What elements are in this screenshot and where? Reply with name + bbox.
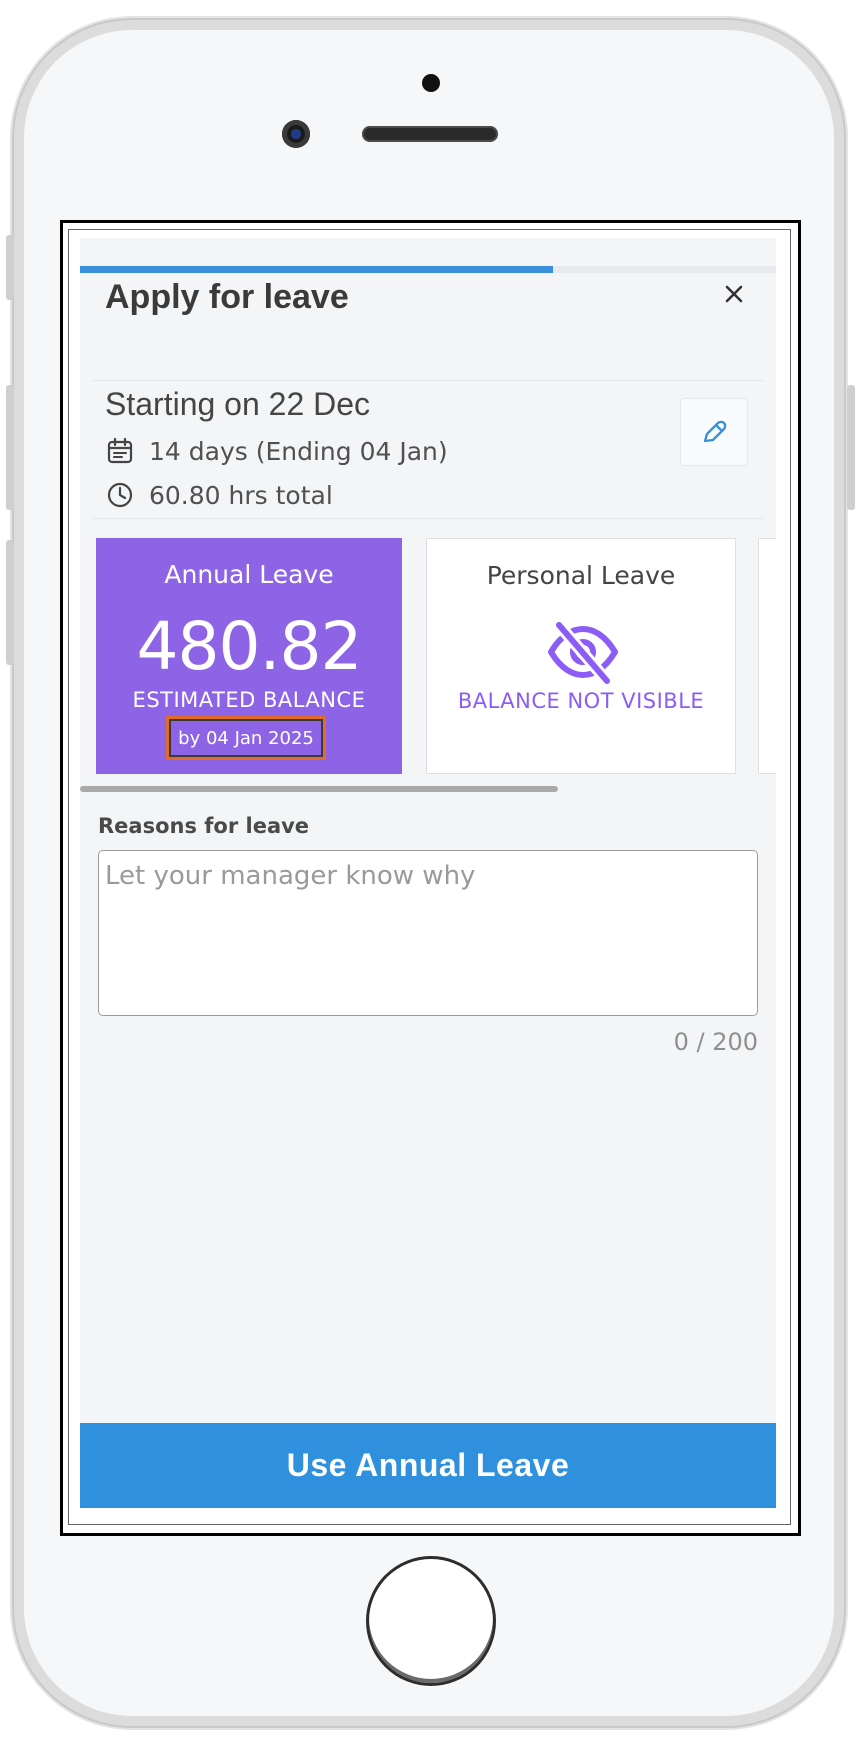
side-button-volume-down bbox=[6, 540, 14, 665]
leave-card-annual[interactable]: Annual Leave 480.82 ESTIMATED BALANCE by… bbox=[96, 538, 402, 774]
balance-not-visible-label: BALANCE NOT VISIBLE bbox=[457, 689, 705, 713]
page-title: Apply for leave bbox=[105, 278, 349, 316]
close-button[interactable] bbox=[720, 280, 748, 308]
duration-text: 14 days (Ending 04 Jan) bbox=[149, 436, 448, 466]
eye-off-icon bbox=[548, 619, 618, 685]
carousel-scrollbar[interactable] bbox=[80, 786, 558, 792]
leave-card-name: Annual Leave bbox=[164, 560, 334, 589]
reasons-input[interactable] bbox=[98, 850, 758, 1016]
character-counter: 0 / 200 bbox=[673, 1028, 758, 1056]
edit-dates-button[interactable] bbox=[680, 398, 748, 466]
leave-card-name: Personal Leave bbox=[486, 561, 676, 590]
apply-leave-sheet: Apply for leave Starting on 22 Dec 14 da… bbox=[80, 238, 776, 1508]
balance-value: 480.82 bbox=[136, 608, 363, 685]
use-annual-leave-button[interactable]: Use Annual Leave bbox=[80, 1423, 776, 1508]
estimated-balance-label: ESTIMATED BALANCE bbox=[132, 688, 366, 712]
proximity-sensor bbox=[422, 74, 440, 92]
progress-track bbox=[80, 266, 776, 273]
pencil-icon bbox=[703, 420, 727, 443]
duration-row: 14 days (Ending 04 Jan) bbox=[105, 436, 448, 466]
front-camera-icon bbox=[282, 120, 310, 148]
speaker-grille bbox=[362, 126, 498, 142]
home-button[interactable] bbox=[366, 1556, 496, 1686]
leave-card-personal[interactable]: Personal Leave BALANCE NOT VISIBLE bbox=[426, 538, 736, 774]
leave-card-next[interactable] bbox=[758, 538, 776, 774]
clock-icon bbox=[107, 482, 133, 508]
divider bbox=[92, 380, 764, 381]
calendar-icon bbox=[107, 437, 133, 464]
leave-type-carousel[interactable]: Annual Leave 480.82 ESTIMATED BALANCE by… bbox=[96, 538, 776, 778]
hours-row: 60.80 hrs total bbox=[105, 480, 333, 510]
reasons-label: Reasons for leave bbox=[98, 814, 310, 838]
divider bbox=[92, 518, 764, 519]
balance-date: by 04 Jan 2025 bbox=[166, 716, 326, 760]
side-button-volume-up bbox=[6, 385, 14, 510]
hours-text: 60.80 hrs total bbox=[149, 480, 333, 510]
side-button-mute bbox=[6, 235, 14, 300]
start-date: Starting on 22 Dec bbox=[105, 386, 371, 422]
progress-fill bbox=[80, 266, 554, 273]
side-button-power bbox=[847, 385, 855, 510]
close-icon bbox=[725, 285, 743, 303]
